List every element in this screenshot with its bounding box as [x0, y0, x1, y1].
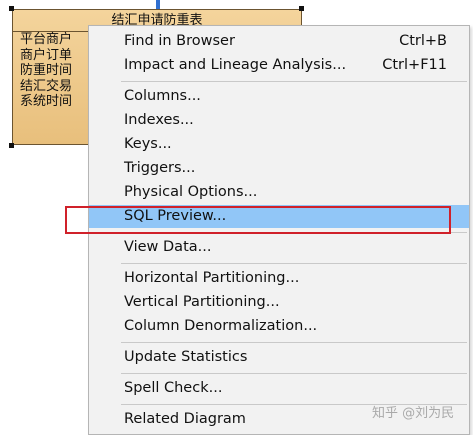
menu-item[interactable]: Impact and Lineage Analysis... Ctrl+F11: [89, 54, 469, 77]
menu-item[interactable]: Indexes...: [89, 109, 469, 132]
menu-item-label: Triggers...: [124, 160, 196, 176]
resize-handle[interactable]: [299, 6, 304, 11]
entity-column: 防重时间: [20, 63, 73, 78]
menu-item-shortcut: Ctrl+F11: [382, 57, 447, 73]
menu-separator: [121, 81, 467, 82]
menu-item[interactable]: Physical Options...: [89, 181, 469, 204]
menu-item-label: Columns...: [124, 88, 201, 104]
menu-item-label: Keys...: [124, 136, 172, 152]
menu-item-label: View Data...: [124, 239, 212, 255]
entity-column: 结汇交易: [20, 78, 73, 94]
menu-item[interactable]: Columns...: [89, 85, 469, 108]
context-menu: Find in Browser Ctrl+B Impact and Lineage …: [88, 25, 470, 435]
menu-item[interactable]: Vertical Partitioning...: [89, 291, 469, 314]
entity-column: 商户订单: [20, 47, 73, 63]
menu-separator: [121, 263, 467, 264]
menu-item-label: Related Diagram: [124, 411, 246, 427]
menu-item-label: SQL Preview...: [124, 208, 227, 224]
menu-separator: [121, 342, 467, 343]
watermark: 知乎 @刘为民: [372, 406, 455, 421]
menu-separator: [121, 373, 467, 374]
menu-item[interactable]: Keys...: [89, 133, 469, 156]
menu-item[interactable]: Find in Browser Ctrl+B: [89, 30, 469, 53]
menu-separator: [121, 232, 467, 233]
menu-item-label: Find in Browser: [124, 33, 235, 49]
menu-item[interactable]: SQL Preview...: [89, 205, 469, 228]
menu-item[interactable]: Horizontal Partitioning...: [89, 267, 469, 290]
entity-column: 平台商户: [20, 32, 73, 47]
menu-item-label: Impact and Lineage Analysis...: [124, 57, 347, 73]
menu-item-label: Horizontal Partitioning...: [124, 270, 300, 286]
menu-item[interactable]: Update Statistics: [89, 346, 469, 369]
menu-item-label: Column Denormalization...: [124, 318, 318, 334]
selection-anchor[interactable]: [156, 0, 160, 9]
menu-item-label: Physical Options...: [124, 184, 258, 200]
resize-handle[interactable]: [9, 143, 14, 148]
menu-item-label: Vertical Partitioning...: [124, 294, 280, 310]
menu-item-label: Update Statistics: [124, 349, 248, 365]
entity-column-list: 平台商户 商户订单 防重时间 结汇交易 系统时间: [20, 32, 72, 110]
menu-item[interactable]: Triggers...: [89, 157, 469, 180]
menu-item-shortcut: Ctrl+B: [399, 33, 447, 49]
menu-item[interactable]: Spell Check...: [89, 377, 469, 400]
menu-item[interactable]: View Data...: [89, 236, 469, 259]
menu-item[interactable]: Column Denormalization...: [89, 315, 469, 338]
menu-item-label: Spell Check...: [124, 380, 223, 396]
entity-column: 系统时间: [20, 94, 73, 109]
resize-handle[interactable]: [9, 6, 14, 11]
menu-item-label: Indexes...: [124, 112, 194, 128]
